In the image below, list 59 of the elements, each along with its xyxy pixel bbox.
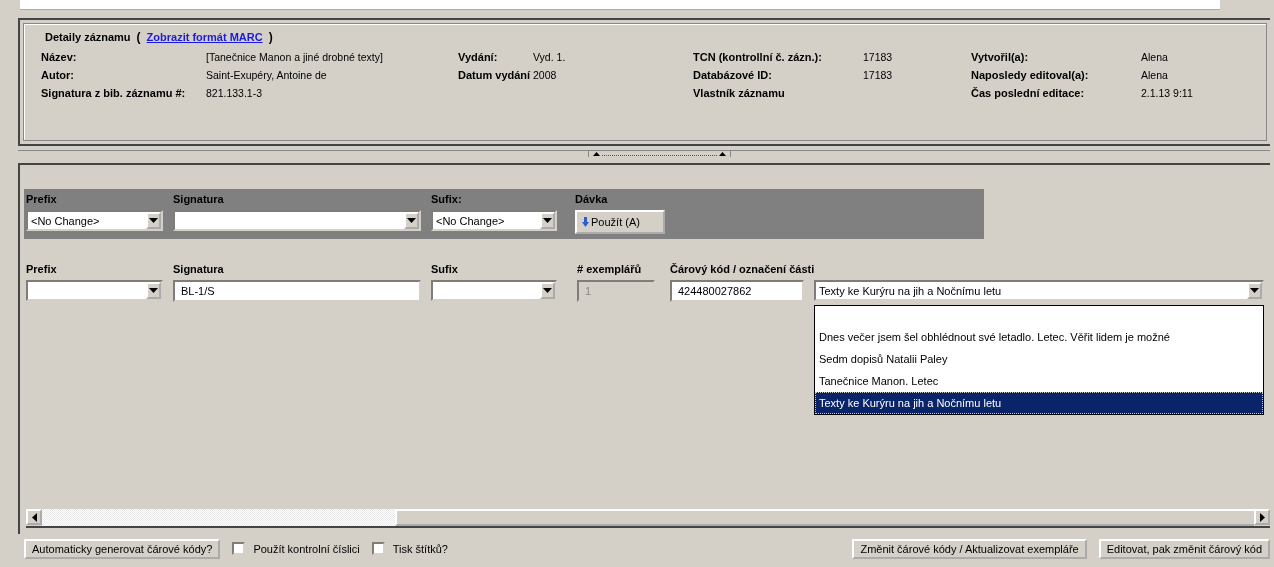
input-field[interactable]: BL-1/S: [173, 280, 421, 302]
field-label: Vydání:: [458, 51, 499, 63]
column-label: Sufix:: [431, 193, 462, 207]
field-value: [Tanečnice Manon a jiné drobné texty]: [206, 51, 384, 63]
dropdown-option[interactable]: Sedm dopisů Natalii Paley: [815, 348, 1263, 370]
horizontal-scrollbar[interactable]: [26, 509, 1270, 528]
field-label: Název:: [41, 51, 78, 63]
dropdown-option[interactable]: Dnes večer jsem šel obhlédnout své letadlo. Letec. Věřit lidem je možné: [815, 326, 1263, 348]
field-value: 17183: [863, 69, 894, 81]
combo-box[interactable]: [173, 210, 421, 231]
field-value: Saint-Exupéry, Antoine de: [206, 69, 328, 81]
action-button[interactable]: Editovat, pak změnit čárový kód: [1098, 539, 1270, 559]
column-label: Prefix: [26, 263, 57, 277]
column-label: Sufix: [431, 263, 458, 277]
dropdown-option[interactable]: Tanečnice Manon. Letec: [815, 370, 1263, 392]
field-label: Datum vydání: [458, 69, 532, 81]
splitter-handle[interactable]: [587, 151, 731, 157]
field-label: Čas poslední editace:: [971, 87, 1086, 99]
field-value: 2.1.13 9:11: [1141, 87, 1194, 99]
column-label: Čárový kód / označení části: [670, 263, 815, 277]
action-button[interactable]: Automaticky generovat čárové kódy?: [24, 539, 221, 559]
dropdown-option[interactable]: Texty ke Kurýru na jih a Nočnímu letu: [815, 392, 1263, 414]
checkbox-label: Použít kontrolní číslici: [253, 542, 360, 555]
marc-format-link[interactable]: Zobrazit formát MARC: [146, 31, 263, 43]
panel-title: Detaily záznamu: [45, 31, 131, 43]
field-value: Vyd. 1.: [533, 51, 567, 63]
field-label: Autor:: [41, 69, 75, 81]
combo-box[interactable]: <No Change>: [431, 210, 557, 231]
action-button[interactable]: Změnit čárové kódy / Aktualizovat exempláře: [852, 539, 1087, 559]
field-value: Alena: [1141, 51, 1169, 63]
column-label: # exemplářů: [577, 263, 642, 277]
combo-box[interactable]: Texty ke Kurýru na jih a Nočnímu letu: [814, 280, 1264, 301]
scroll-left-icon[interactable]: [31, 512, 37, 522]
bracket: ): [268, 30, 273, 44]
field-label: Naposledy editoval(a):: [971, 69, 1090, 81]
field-label: Databázové ID:: [693, 69, 773, 81]
apply-button[interactable]: Použít (A): [575, 210, 665, 234]
field-label: Vytvořil(a):: [971, 51, 1030, 63]
column-label: Prefix: [26, 193, 57, 207]
field-value: 821.133.1-3: [206, 87, 264, 99]
checkbox[interactable]: [232, 542, 246, 555]
bracket: (: [136, 30, 141, 44]
field-label: Vlastník záznamu: [693, 87, 786, 99]
field-label: Signatura z bib. záznamu #:: [41, 87, 187, 99]
column-label: Signatura: [173, 263, 224, 277]
field-value: 17183: [863, 51, 894, 63]
scroll-right-icon[interactable]: [1259, 512, 1265, 522]
combo-box[interactable]: <No Change>: [26, 210, 163, 231]
checkbox[interactable]: [371, 542, 385, 555]
column-label: Dávka: [575, 193, 608, 207]
field-label: TCN (kontrollní č. zázn.):: [693, 51, 823, 63]
column-label: Signatura: [173, 193, 224, 207]
down-arrow-icon: [582, 217, 589, 227]
field-value: 2008: [533, 69, 558, 81]
checkbox-label: Tisk štítků?: [392, 542, 448, 555]
input-field[interactable]: 424480027862: [670, 280, 804, 302]
combo-box[interactable]: [26, 280, 163, 301]
field-value: Alena: [1141, 69, 1169, 81]
combo-box[interactable]: [431, 280, 557, 301]
